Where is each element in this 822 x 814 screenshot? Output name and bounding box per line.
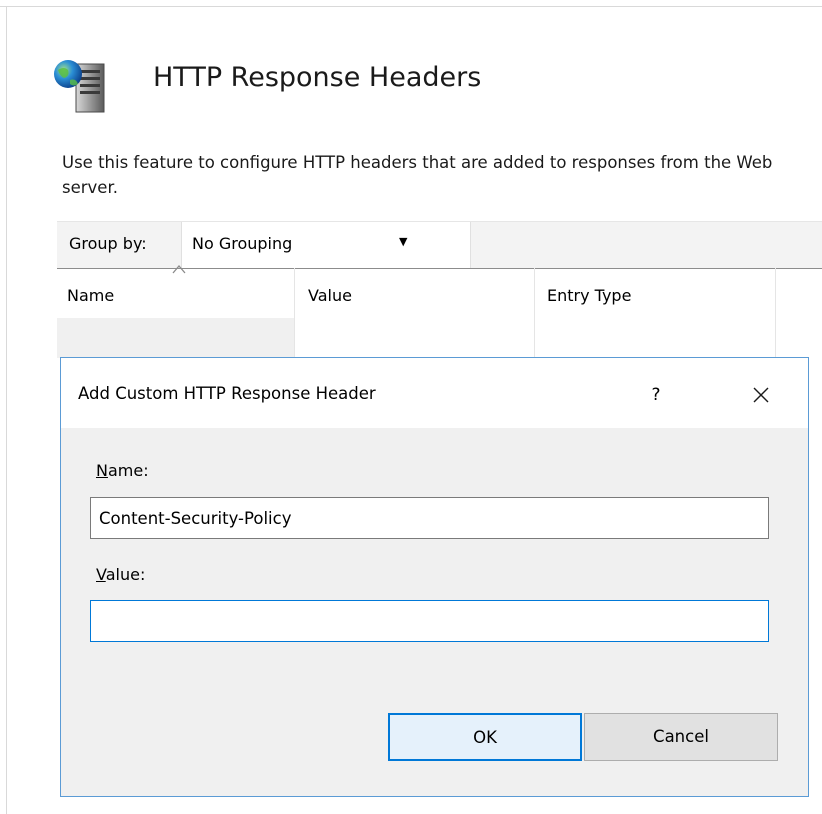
help-button[interactable]: ? xyxy=(641,378,671,412)
group-by-label: Group by: xyxy=(69,234,147,253)
list-row-selected[interactable] xyxy=(57,318,294,358)
ok-button[interactable]: OK xyxy=(388,713,582,761)
column-header-name[interactable]: Name xyxy=(67,286,114,305)
page-title: HTTP Response Headers xyxy=(153,62,482,93)
value-label: Value: xyxy=(96,565,146,584)
add-header-dialog: Add Custom HTTP Response Header ? Name: … xyxy=(60,357,809,797)
panel-top-border xyxy=(0,6,822,7)
group-by-value: No Grouping xyxy=(192,234,293,253)
server-globe-icon xyxy=(54,60,105,113)
name-field[interactable] xyxy=(90,497,769,539)
dialog-titlebar[interactable]: Add Custom HTTP Response Header ? xyxy=(61,358,808,428)
column-divider[interactable] xyxy=(534,268,535,358)
value-field[interactable] xyxy=(90,600,769,642)
close-icon[interactable] xyxy=(744,378,778,412)
column-divider[interactable] xyxy=(294,268,295,358)
column-header-value[interactable]: Value xyxy=(308,286,352,305)
chevron-down-icon: ▼ xyxy=(399,235,408,248)
dialog-title: Add Custom HTTP Response Header xyxy=(78,384,376,403)
page-description: Use this feature to configure HTTP heade… xyxy=(62,153,773,197)
column-header-entry-type[interactable]: Entry Type xyxy=(547,286,631,305)
sort-ascending-icon xyxy=(172,265,186,274)
column-divider[interactable] xyxy=(775,268,776,358)
name-label: Name: xyxy=(96,461,149,480)
cancel-button[interactable]: Cancel xyxy=(584,713,778,761)
panel-left-border xyxy=(6,6,7,814)
list-column-header: Name Value Entry Type xyxy=(57,265,822,358)
group-by-dropdown[interactable]: No Grouping ▼ xyxy=(181,222,471,268)
group-by-toolbar: Group by: No Grouping ▼ xyxy=(57,221,822,269)
